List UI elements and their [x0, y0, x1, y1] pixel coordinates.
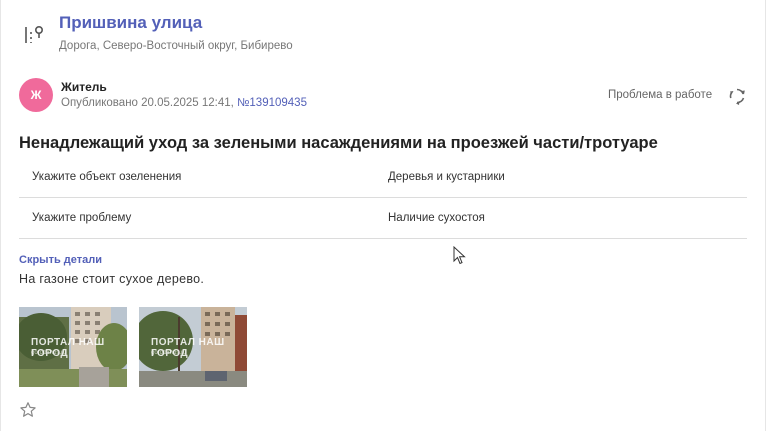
street-title[interactable]: Пришвина улица: [59, 13, 202, 33]
road-location-icon: [25, 25, 44, 43]
detail-value: Деревья и кустарники: [388, 171, 505, 183]
table-row: Укажите проблему Наличие сухостоя: [19, 198, 747, 239]
detail-key: Укажите объект озеленения: [32, 171, 182, 183]
photo-watermark-small: gorod.mos.ru: [31, 350, 67, 356]
street-subtitle: Дорога, Северо-Восточный округ, Бибирево: [59, 40, 293, 52]
avatar: Ж: [19, 78, 53, 112]
mouse-cursor-icon: [453, 246, 466, 265]
photo-thumbnail-1[interactable]: ПОРТАЛ НАШ ГОРОД gorod.mos.ru: [19, 307, 127, 387]
status-label: Проблема в работе: [608, 89, 713, 101]
photo-watermark-small: gorod.mos.ru: [151, 350, 187, 356]
detail-value: Наличие сухостоя: [388, 212, 485, 224]
details-table: Укажите объект озеленения Деревья и куст…: [19, 157, 747, 239]
refresh-icon[interactable]: [727, 86, 747, 106]
published-date: Опубликовано 20.05.2025 12:41,: [61, 97, 234, 109]
avatar-letter: Ж: [30, 88, 42, 102]
published-info: Опубликовано 20.05.2025 12:41, №13910943…: [61, 97, 307, 109]
star-icon[interactable]: [19, 401, 37, 419]
photo-thumbnail-2[interactable]: ПОРТАЛ НАШ ГОРОД gorod.mos.ru: [139, 307, 247, 387]
hide-details-link[interactable]: Скрыть детали: [19, 254, 102, 266]
problem-title: Ненадлежащий уход за зелеными насаждения…: [19, 134, 658, 152]
detail-key: Укажите проблему: [32, 212, 132, 224]
problem-number-link[interactable]: №139109435: [237, 97, 307, 109]
author-name: Житель: [61, 80, 107, 94]
problem-card: Пришвина улица Дорога, Северо-Восточный …: [0, 0, 766, 431]
table-row: Укажите объект озеленения Деревья и куст…: [19, 157, 747, 198]
problem-description: На газоне стоит сухое дерево.: [19, 272, 205, 286]
